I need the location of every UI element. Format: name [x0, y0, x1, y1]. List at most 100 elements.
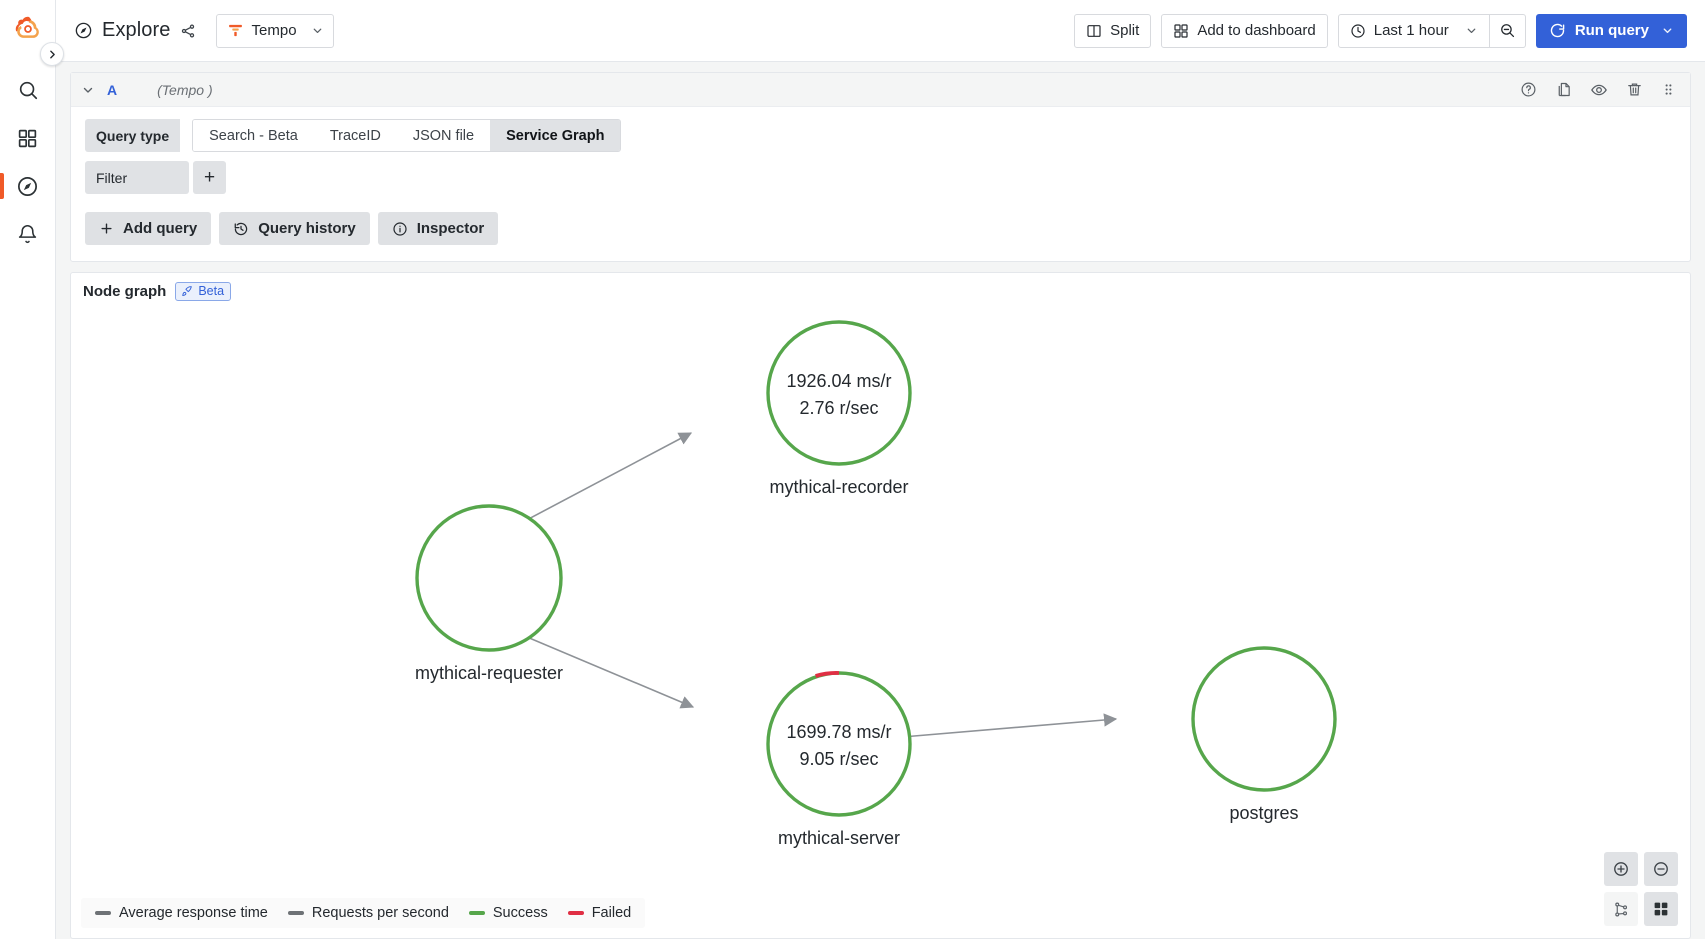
graph-node-mythical-requester[interactable]: mythical-requester: [415, 506, 563, 683]
graph-node-postgres[interactable]: postgres: [1193, 648, 1335, 823]
run-query-label: Run query: [1575, 22, 1649, 39]
collapse-query-icon[interactable]: [79, 81, 97, 99]
add-to-dashboard-button[interactable]: Add to dashboard: [1161, 14, 1327, 48]
explore-page: Explore Tempo: [0, 0, 1705, 939]
legend-label: Failed: [592, 905, 632, 921]
node-graph-layout-icon: [1613, 901, 1630, 918]
plus-icon: [99, 221, 114, 236]
nav-expand-toggle[interactable]: [40, 42, 64, 66]
zoom-out-icon: [1499, 22, 1516, 39]
zoom-in-icon: [1612, 860, 1630, 878]
datasource-picker[interactable]: Tempo: [216, 14, 334, 48]
query-row-actions: [1520, 81, 1682, 99]
query-type-option-json-file[interactable]: JSON file: [397, 120, 490, 151]
chevron-right-icon: [46, 48, 59, 61]
history-icon: [233, 221, 249, 237]
query-editor-body: Query type Search - Beta TraceID JSON fi…: [71, 107, 1690, 261]
query-type-radio-group: Search - Beta TraceID JSON file Service …: [192, 119, 621, 152]
query-history-button[interactable]: Query history: [219, 212, 370, 245]
node-ring-success: [768, 673, 910, 815]
toggle-query-visibility-icon[interactable]: [1590, 81, 1608, 99]
query-action-buttons: Add query Query history In: [85, 212, 1676, 245]
sidebar-item-dashboards[interactable]: [0, 114, 55, 162]
legend-swatch: [95, 911, 111, 915]
time-range-picker[interactable]: Last 1 hour: [1338, 14, 1490, 48]
clock-icon: [1350, 23, 1366, 39]
node-graph-canvas[interactable]: 1926.04 ms/r 2.76 r/sec mythical-recorde…: [71, 307, 1690, 938]
legend-item-avg-response-time[interactable]: Average response time: [95, 905, 268, 921]
add-query-button[interactable]: Add query: [85, 212, 211, 245]
query-type-option-service-graph[interactable]: Service Graph: [490, 120, 620, 151]
query-type-option-traceid[interactable]: TraceID: [314, 120, 397, 151]
graph-node-mythical-server[interactable]: 1699.78 ms/r 9.05 r/sec mythical-server: [768, 673, 910, 848]
query-type-label: Query type: [85, 119, 180, 152]
share-icon[interactable]: [180, 23, 196, 39]
node-ring-success: [417, 506, 561, 650]
add-filter-button[interactable]: +: [193, 161, 226, 194]
node-graph-svg[interactable]: 1926.04 ms/r 2.76 r/sec mythical-recorde…: [71, 307, 1686, 907]
run-query-button[interactable]: Run query: [1536, 14, 1687, 48]
time-zoom-out-button[interactable]: [1490, 14, 1526, 48]
query-type-field: Query type Search - Beta TraceID JSON fi…: [85, 119, 1676, 152]
node-stat-response-time: 1699.78 ms/r: [786, 722, 891, 742]
grid-layout-icon: [1652, 900, 1670, 918]
node-label: mythical-server: [778, 828, 900, 848]
time-range-group: Last 1 hour: [1338, 14, 1526, 48]
nav-rail: [0, 0, 56, 939]
query-type-option-search[interactable]: Search - Beta: [193, 120, 314, 151]
split-panes-icon: [1086, 23, 1102, 39]
dashboard-grid-icon: [1173, 23, 1189, 39]
inspector-label: Inspector: [417, 220, 485, 237]
query-ref-id[interactable]: A: [107, 82, 117, 98]
sidebar-item-explore[interactable]: [0, 162, 55, 210]
explore-toolbar: Explore Tempo: [56, 0, 1705, 62]
graph-zoom-controls: [1604, 852, 1678, 926]
layout-grid-button[interactable]: [1644, 892, 1678, 926]
query-row-header: A (Tempo ): [71, 73, 1690, 107]
time-range-label: Last 1 hour: [1374, 22, 1449, 39]
zoom-out-icon: [1652, 860, 1670, 878]
nav-rail-items: [0, 66, 55, 258]
refresh-icon: [1549, 22, 1566, 39]
graph-legend: Average response time Requests per secon…: [81, 898, 645, 928]
dashboards-grid-icon: [17, 128, 38, 149]
legend-label: Success: [493, 905, 548, 921]
search-icon: [17, 79, 39, 101]
legend-item-failed[interactable]: Failed: [568, 905, 632, 921]
grafana-logo-icon[interactable]: [11, 12, 45, 46]
drag-query-icon[interactable]: [1661, 82, 1676, 97]
remove-query-icon[interactable]: [1626, 81, 1643, 98]
split-button[interactable]: Split: [1074, 14, 1151, 48]
duplicate-query-icon[interactable]: [1555, 81, 1572, 98]
query-help-icon[interactable]: [1520, 81, 1537, 98]
graph-node-mythical-recorder[interactable]: 1926.04 ms/r 2.76 r/sec mythical-recorde…: [768, 322, 910, 497]
layout-graph-button[interactable]: [1604, 892, 1638, 926]
legend-swatch: [568, 911, 584, 915]
status-badge[interactable]: Beta: [175, 282, 231, 301]
page-title-group: Explore: [74, 19, 196, 42]
filter-field: Filter +: [85, 161, 1676, 194]
legend-item-requests-per-second[interactable]: Requests per second: [288, 905, 449, 921]
zoom-in-button[interactable]: [1604, 852, 1638, 886]
node-ring-success: [1193, 648, 1335, 790]
inspector-button[interactable]: Inspector: [378, 212, 499, 245]
sidebar-item-search[interactable]: [0, 66, 55, 114]
beta-badge-label: Beta: [198, 284, 224, 298]
legend-label: Requests per second: [312, 905, 449, 921]
datasource-label: Tempo: [252, 22, 297, 39]
panel-header: Node graph Beta: [71, 273, 1690, 301]
node-stat-rate: 2.76 r/sec: [799, 398, 878, 418]
zoom-out-button[interactable]: [1644, 852, 1678, 886]
add-query-label: Add query: [123, 220, 197, 237]
query-datasource-note: (Tempo ): [157, 82, 213, 98]
legend-item-success[interactable]: Success: [469, 905, 548, 921]
node-stat-response-time: 1926.04 ms/r: [786, 371, 891, 391]
compass-icon: [16, 175, 39, 198]
chevron-down-icon: [1465, 24, 1478, 37]
sidebar-item-alerting[interactable]: [0, 210, 55, 258]
node-ring-success: [768, 322, 910, 464]
legend-label: Average response time: [119, 905, 268, 921]
legend-swatch: [288, 911, 304, 915]
panel-title: Node graph: [83, 283, 166, 300]
chevron-down-icon: [1661, 24, 1674, 37]
